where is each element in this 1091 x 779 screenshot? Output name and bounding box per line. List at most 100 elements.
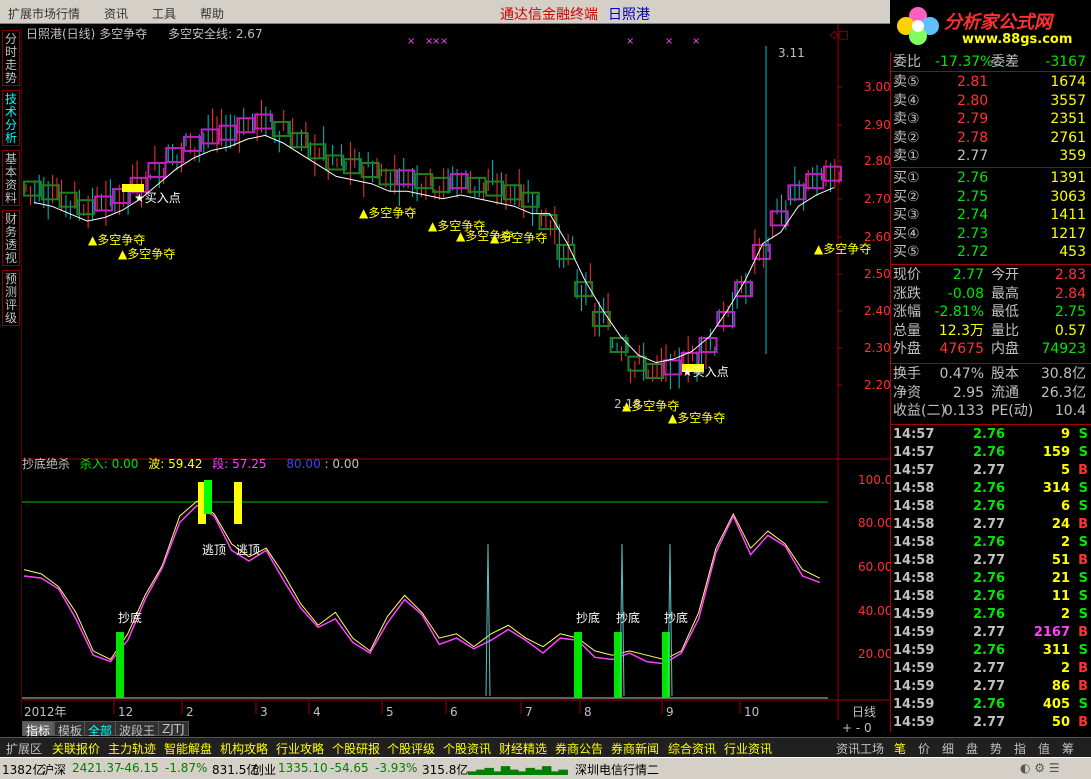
- tick-side: S: [1078, 427, 1088, 442]
- tick-side: B: [1078, 679, 1088, 694]
- tab-all[interactable]: 全部: [84, 721, 117, 738]
- status-sh-label: 沪深: [42, 763, 67, 777]
- tick-volume: 50: [1051, 715, 1070, 730]
- dk-signal-label: ▲多空争夺: [668, 411, 725, 425]
- weicha-value: -3167: [1045, 54, 1086, 70]
- detail-tab[interactable]: 指: [1014, 740, 1026, 757]
- trend-band: [183, 135, 202, 152]
- tab-minute-chart[interactable]: 分时走势: [2, 30, 20, 86]
- stat-label: 股本: [991, 366, 1019, 382]
- tab-template[interactable]: 模板: [54, 721, 87, 738]
- tab-finance[interactable]: 财务透视: [2, 210, 20, 266]
- tab-basic-info[interactable]: 基本资料: [2, 150, 20, 206]
- chart-mode-icon[interactable]: ◇□: [830, 28, 849, 41]
- detail-tab[interactable]: 细: [942, 740, 954, 757]
- menu-bar: 扩展市场行情 资讯 工具 帮助 通达信金融终端 日照港: [0, 0, 890, 24]
- tab-zjtj[interactable]: ZJTJ: [158, 721, 189, 736]
- info-tab[interactable]: 综合资讯: [668, 740, 716, 757]
- tick-price: 2.76: [973, 643, 1006, 658]
- sell-row[interactable]: 卖② 2.78 2761: [891, 129, 1091, 147]
- info-tab[interactable]: 个股资讯: [443, 740, 491, 757]
- tab-indicator[interactable]: 指标: [22, 721, 55, 738]
- info-tab[interactable]: 扩展区: [6, 740, 42, 757]
- detail-tab[interactable]: 价: [918, 740, 930, 757]
- logo-url: www.88gs.com: [962, 32, 1073, 47]
- stat-value: 30.8亿: [1040, 366, 1086, 382]
- info-tab[interactable]: 行业攻略: [276, 740, 324, 757]
- tick-side: S: [1078, 499, 1088, 514]
- kline-chart[interactable]: 日照港(日线) 多空争夺 多空安全线: 2.67 3.00 2.90 2.80 2.7…: [22, 24, 890, 720]
- month-label: 3: [260, 705, 268, 719]
- info-tab[interactable]: 行业资讯: [724, 740, 772, 757]
- weibi-label: 委比: [893, 54, 921, 70]
- tick-side: S: [1078, 571, 1088, 586]
- tick-side: B: [1078, 661, 1088, 676]
- info-tab[interactable]: 关联报价: [52, 740, 100, 757]
- trend-band: [627, 355, 647, 372]
- tab-technical[interactable]: 技术分析: [2, 90, 20, 146]
- indicator-axis: 100.0 80.00 60.00 40.00 20.00: [858, 473, 890, 661]
- sell-row[interactable]: 卖③ 2.79 2351: [891, 110, 1091, 128]
- info-tab[interactable]: 券商新闻: [611, 740, 659, 757]
- chart-header: 日照港(日线) 多空争夺: [26, 27, 147, 41]
- indicator-plot: 逃顶 逃顶抄底 抄底 抄底 抄底: [22, 480, 828, 699]
- info-tab[interactable]: 智能解盘: [164, 740, 212, 757]
- escape-bar-green: [204, 480, 212, 514]
- tick-time: 14:59: [893, 661, 935, 676]
- indicator-name: 抄底绝杀: [22, 456, 70, 471]
- stat-row: 涨幅 -2.81% 最低 2.75: [891, 303, 1091, 321]
- buy-price: 2.76: [957, 170, 989, 186]
- info-tab[interactable]: 个股研报: [332, 740, 380, 757]
- detail-tab[interactable]: 值: [1038, 740, 1050, 757]
- dk-signal-label: ▲多空争夺: [118, 247, 175, 261]
- buy-row[interactable]: 买② 2.75 3063: [891, 188, 1091, 206]
- escape-label: 逃顶: [236, 543, 260, 557]
- buy-level: 买①: [893, 170, 920, 186]
- buy-row[interactable]: 买④ 2.73 1217: [891, 225, 1091, 243]
- price-tick-label: 3.00: [864, 80, 890, 94]
- info-tab[interactable]: 个股评级: [387, 740, 435, 757]
- tab-forecast[interactable]: 预测评级: [2, 270, 20, 326]
- info-tab[interactable]: 资讯工场: [836, 740, 884, 757]
- buy-row[interactable]: 买⑤ 2.72 453: [891, 243, 1091, 261]
- detail-tab[interactable]: 盘: [966, 740, 978, 757]
- menu-item-help[interactable]: 帮助: [200, 5, 224, 22]
- info-tab[interactable]: 财经精选: [499, 740, 547, 757]
- menu-item-info[interactable]: 资讯: [104, 5, 128, 22]
- signal-mark: ×: [692, 36, 700, 47]
- bottom-bar: [116, 632, 124, 698]
- menu-item-tools[interactable]: 工具: [152, 5, 176, 22]
- menu-item-ext[interactable]: 扩展市场行情: [8, 5, 80, 22]
- sell-row[interactable]: 卖⑤ 2.81 1674: [891, 73, 1091, 91]
- info-tab[interactable]: 券商公告: [555, 740, 603, 757]
- stat-row: 总量 12.3万 量比 0.57: [891, 322, 1091, 340]
- sell-price: 2.79: [957, 111, 989, 127]
- left-side-tabs: 分时走势 技术分析 基本资料 财务透视 预测评级: [0, 28, 22, 718]
- info-tab[interactable]: 主力轨迹: [108, 740, 156, 757]
- tick-time: 14:58: [893, 571, 935, 586]
- indicator-tick-label: 20.00: [858, 647, 890, 661]
- stat-value: 26.3亿: [1040, 384, 1086, 401]
- price-plot: × ×× × × × ×★买入点★买入点▲多空争夺▲多空争夺▲多空争夺▲多空争夺▲多空争夺…: [23, 36, 871, 425]
- info-tab[interactable]: 机构攻略: [220, 740, 268, 757]
- buy-row[interactable]: 买① 2.76 1391: [891, 169, 1091, 187]
- tab-wave-king[interactable]: 波段王: [115, 721, 160, 738]
- sell-row[interactable]: 卖① 2.77 359: [891, 147, 1091, 165]
- sell-row[interactable]: 卖④ 2.80 3557: [891, 92, 1091, 110]
- status-cy-amount: 315.8亿: [422, 763, 469, 777]
- tick-row: 14:59 2.77 50 B: [891, 714, 1091, 732]
- indicator-kill: 杀入: 0.00: [80, 456, 139, 471]
- tick-time: 14:58: [893, 481, 935, 496]
- trend-band: [431, 176, 451, 193]
- detail-tab[interactable]: 笔: [894, 740, 906, 757]
- sell-volume: 3557: [1050, 92, 1086, 109]
- detail-tab[interactable]: 势: [990, 740, 1002, 757]
- detail-tab[interactable]: 筹: [1062, 740, 1074, 757]
- zoom-controls[interactable]: + - 0: [842, 721, 872, 735]
- stat-row: 外盘 47675 内盘 74923: [891, 340, 1091, 358]
- trend-band: [94, 195, 114, 212]
- tick-volume: 24: [1051, 517, 1070, 532]
- buy-row[interactable]: 买③ 2.74 1411: [891, 206, 1091, 224]
- tick-volume: 21: [1051, 571, 1070, 586]
- tick-side: B: [1078, 553, 1088, 568]
